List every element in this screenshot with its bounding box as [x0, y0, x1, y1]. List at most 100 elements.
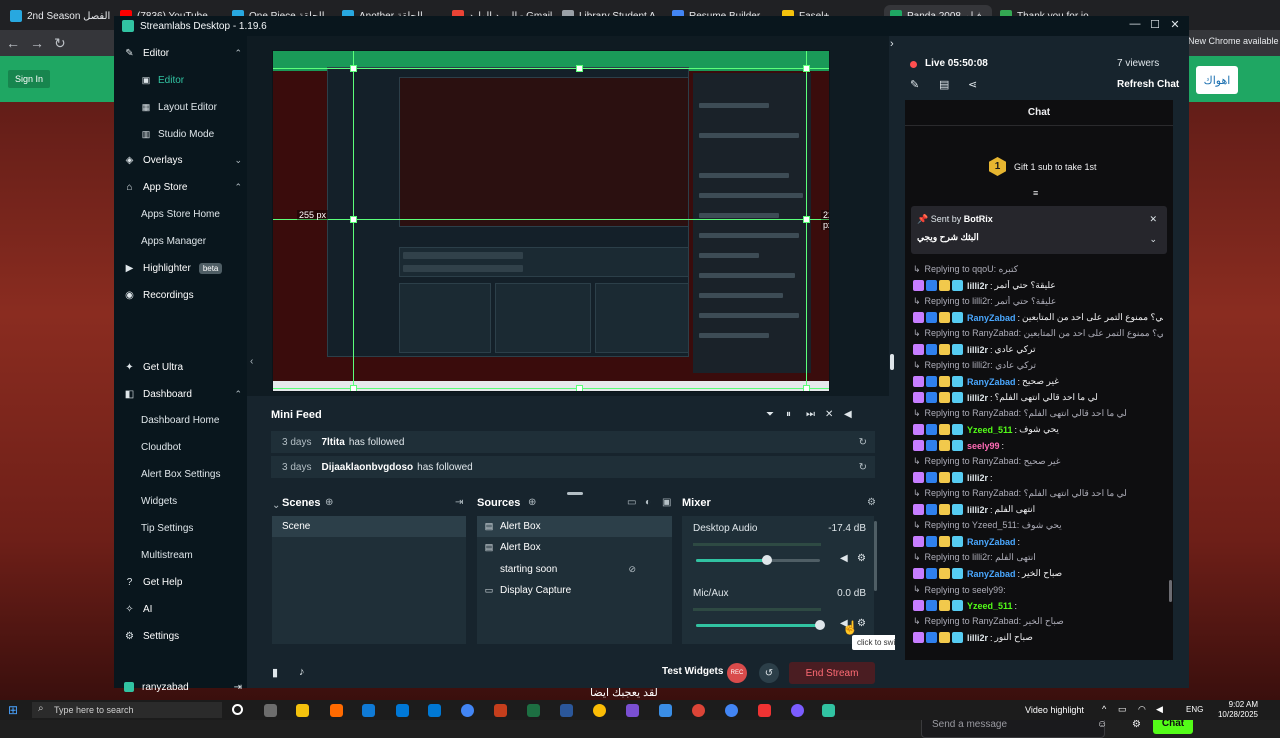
chrome-canary-icon[interactable] — [593, 704, 606, 717]
source-item[interactable]: ▤ Alert Box — [477, 537, 672, 558]
wifi-icon[interactable]: ◠ — [1138, 704, 1146, 715]
resize-handle[interactable] — [350, 65, 357, 72]
stream-info-icon[interactable]: ▤ — [939, 78, 949, 91]
sidebar-section-editor[interactable]: ✎ Editor ⌃ — [124, 43, 242, 63]
resize-handle[interactable] — [803, 65, 810, 72]
sidebar-section-overlays[interactable]: ◈ Overlays ⌄ — [124, 150, 242, 170]
slider-knob[interactable] — [815, 620, 825, 630]
forward-icon[interactable]: → — [30, 35, 44, 51]
edit-stream-icon[interactable]: ✎ — [910, 78, 919, 91]
sidebar-section-get-ultra[interactable]: ✦ Get Ultra — [124, 357, 242, 377]
performance-icon[interactable]: ▮ — [272, 666, 278, 679]
volume-icon[interactable]: ◀ — [844, 409, 852, 420]
expand-chat-icon[interactable]: › — [890, 38, 894, 50]
source-item[interactable]: ▭ Display Capture — [477, 580, 672, 601]
collapse-sidebar-icon[interactable]: ‹ — [250, 356, 253, 367]
chat-username[interactable]: RanyZabad — [967, 313, 1016, 323]
resize-handle[interactable] — [803, 216, 810, 223]
scene-switch-icon[interactable]: ⇥ — [455, 497, 463, 508]
replay-buffer-button[interactable]: ↺ — [759, 663, 779, 683]
windows-start-icon[interactable]: ⊞ — [8, 703, 18, 717]
volume-slider[interactable] — [696, 555, 820, 565]
sidebar-user[interactable]: ranyzabad ⇥ — [124, 677, 242, 697]
close-button[interactable]: ✕ — [1165, 18, 1185, 31]
chat-username[interactable]: seely99 — [967, 441, 1000, 451]
chat-username[interactable]: lilli2r — [967, 473, 988, 483]
chat-username[interactable]: lilli2r — [967, 633, 988, 643]
chat-username[interactable]: lilli2r — [967, 393, 988, 403]
chevron-down-icon[interactable]: ⌄ — [1149, 234, 1157, 245]
reload-icon[interactable]: ↻ — [54, 35, 66, 52]
excel-icon[interactable] — [527, 704, 540, 717]
store-icon[interactable] — [396, 704, 409, 717]
pause-icon[interactable]: ⏸ — [786, 409, 791, 420]
sidebar-item-cloudbot[interactable]: Cloudbot — [141, 438, 181, 456]
unpin-icon[interactable]: ✕ — [1149, 214, 1157, 225]
tray-chevron-icon[interactable]: ^ — [1102, 704, 1106, 714]
sidebar-item-apps-manager[interactable]: Apps Manager — [141, 232, 206, 250]
chrome-icon[interactable] — [461, 704, 474, 717]
gear-icon[interactable]: ⚙ — [857, 553, 866, 564]
source-filters-icon[interactable]: ◐ — [645, 497, 651, 508]
task-view-icon[interactable] — [264, 704, 277, 717]
sidebar-item-alert-box-settings[interactable]: Alert Box Settings — [141, 465, 220, 483]
add-source-icon[interactable]: ⊕ — [528, 497, 536, 508]
volume-slider[interactable] — [696, 620, 825, 630]
chat-settings-icon[interactable]: ⚙ — [1132, 719, 1141, 730]
chat-username[interactable]: Yzeed_511 — [967, 601, 1013, 611]
sidebar-section-app-store[interactable]: ⌂ App Store ⌃ — [124, 177, 242, 197]
gear-icon[interactable]: ⚙ — [857, 618, 866, 629]
test-widgets-button[interactable]: Test Widgets — [662, 666, 723, 677]
chat-username[interactable]: lilli2r — [967, 281, 988, 291]
browser-tab[interactable]: 2nd Season الفصل — [4, 5, 112, 27]
app-icon[interactable] — [791, 704, 804, 717]
mixer-scrollbar[interactable] — [874, 521, 877, 591]
chrome-update-notice[interactable]: New Chrome available — [1188, 36, 1279, 46]
chat-username[interactable]: lilli2r — [967, 345, 988, 355]
sidebar-item-tip-settings[interactable]: Tip Settings — [141, 519, 193, 537]
app-icon[interactable] — [659, 704, 672, 717]
sidebar-item-layout-editor[interactable]: ▦ Layout Editor — [141, 98, 217, 116]
sidebar-section-get-help[interactable]: ? Get Help — [124, 572, 242, 592]
word-icon[interactable] — [560, 704, 573, 717]
streamlabs-icon[interactable] — [822, 704, 835, 717]
scene-item[interactable]: Scene — [272, 516, 466, 537]
resize-handle[interactable] — [350, 385, 357, 391]
sidebar-section-settings[interactable]: ⚙ Settings — [124, 626, 242, 646]
speaker-icon[interactable]: ◀ — [840, 553, 848, 564]
source-item[interactable]: ▤ Alert Box — [477, 516, 672, 537]
share-icon[interactable]: ⋖ — [968, 78, 977, 91]
record-button[interactable]: REC — [727, 663, 747, 683]
preview-scroll-handle[interactable] — [890, 354, 894, 370]
chat-username[interactable]: RanyZabad — [967, 569, 1016, 579]
gift-leaderboard[interactable]: 1 Gift 1 sub to take 1st — [989, 157, 1097, 176]
source-group-icon[interactable]: ▣ — [662, 497, 671, 508]
skip-icon[interactable]: ⏭ — [806, 409, 815, 420]
chat-username[interactable]: lilli2r — [967, 505, 988, 515]
add-scene-icon[interactable]: ⊕ — [325, 497, 333, 508]
chevron-down-icon[interactable]: ⌄ — [272, 500, 280, 511]
chat-username[interactable]: RanyZabad — [967, 537, 1016, 547]
end-stream-button[interactable]: End Stream — [789, 662, 875, 684]
cortana-icon[interactable] — [232, 704, 243, 715]
sidebar-section-dashboard[interactable]: ◧ Dashboard ⌃ — [124, 384, 242, 404]
slider-knob[interactable] — [761, 555, 772, 565]
filter-icon[interactable]: ⏷ — [766, 409, 774, 420]
repeat-alert-icon[interactable]: ↻ — [859, 437, 867, 448]
logout-icon[interactable]: ⇥ — [234, 682, 242, 693]
language-indicator[interactable]: ENG — [1186, 705, 1203, 714]
panel-resize-handle[interactable] — [567, 492, 583, 495]
clock[interactable]: 9:02 AM 10/28/2025 — [1206, 700, 1258, 720]
mixer-settings-icon[interactable]: ⚙ — [867, 497, 876, 508]
repeat-alert-icon[interactable]: ↻ — [859, 462, 867, 473]
site-signin-button[interactable]: Sign In — [8, 70, 50, 88]
sidebar-item-studio-mode[interactable]: ▥ Studio Mode — [141, 125, 214, 143]
maximize-button[interactable]: ☐ — [1145, 18, 1165, 31]
sidebar-section-recordings[interactable]: ◉ Recordings — [124, 285, 242, 305]
stream-preview[interactable]: 255 px 222 px — [272, 50, 830, 392]
volume-icon[interactable]: ◀ — [1156, 704, 1163, 715]
resize-handle[interactable] — [350, 216, 357, 223]
sidebar-item-widgets[interactable]: Widgets — [141, 492, 177, 510]
chrome-icon[interactable] — [692, 704, 705, 717]
sidebar-section-highlighter[interactable]: ▶ Highlighter beta — [124, 258, 242, 278]
